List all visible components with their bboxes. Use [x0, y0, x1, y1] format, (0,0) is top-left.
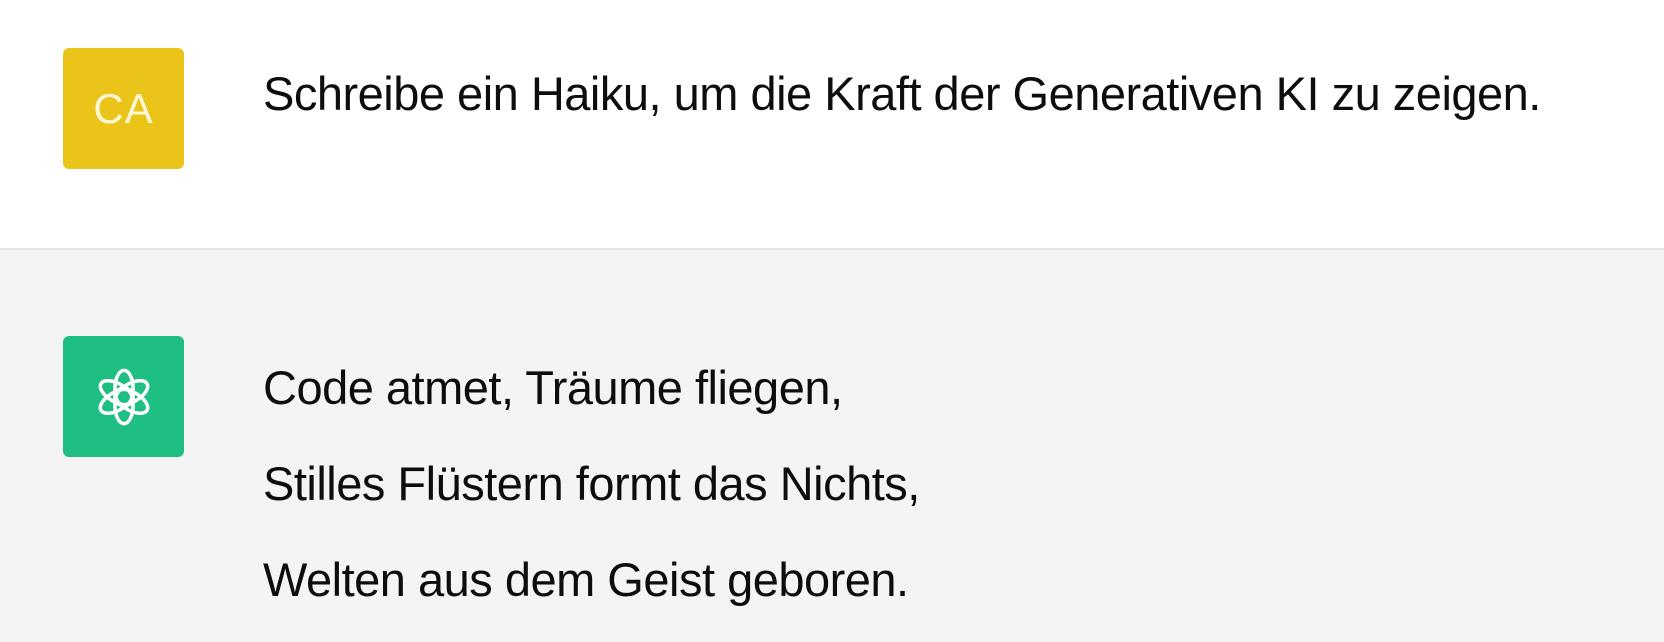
openai-logo-icon	[98, 368, 149, 425]
user-message-text: Schreibe ein Haiku, um die Kraft der Gen…	[263, 67, 1541, 120]
assistant-message-text: Code atmet, Träume fliegen, Stilles Flüs…	[263, 354, 920, 642]
poem-line: Stilles Flüstern formt das Nichts,	[263, 457, 920, 510]
assistant-message: Code atmet, Träume fliegen, Stilles Flüs…	[0, 250, 1664, 640]
user-avatar-initials: CA	[93, 84, 154, 132]
user-message: CA Schreibe ein Haiku, um die Kraft der …	[0, 0, 1664, 250]
user-avatar: CA	[63, 48, 184, 169]
chat-thread: CA Schreibe ein Haiku, um die Kraft der …	[0, 0, 1664, 640]
poem-line: Code atmet, Träume fliegen,	[263, 361, 843, 414]
assistant-avatar	[63, 336, 184, 457]
poem-line: Welten aus dem Geist geboren.	[263, 553, 909, 606]
